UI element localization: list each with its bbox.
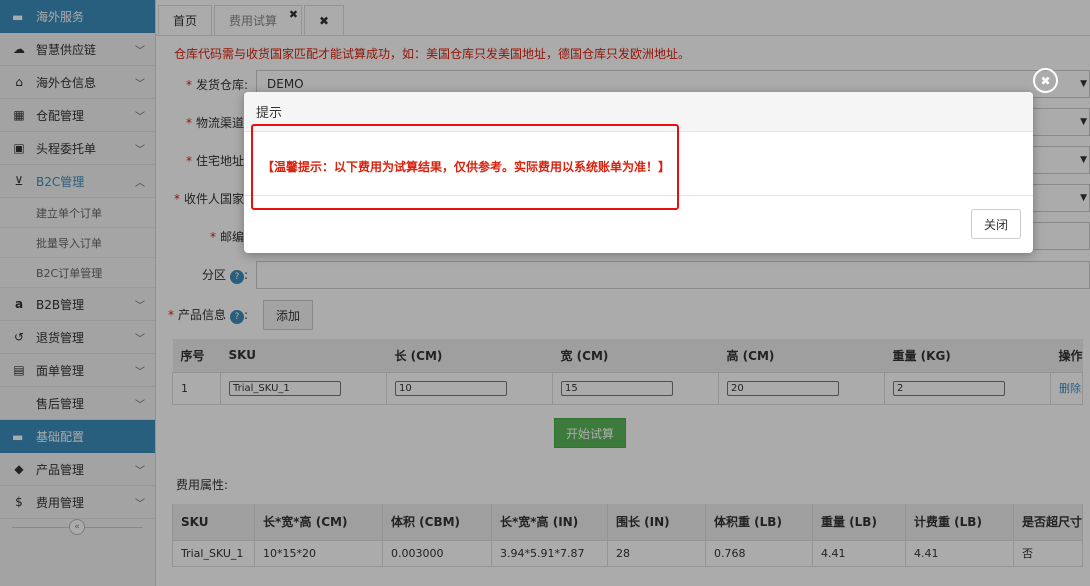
highlight-annotation (251, 124, 679, 210)
close-dialog-button[interactable]: 关闭 (971, 209, 1021, 239)
modal-backdrop[interactable] (0, 0, 1090, 586)
modal-close-icon[interactable]: ✖ (1033, 68, 1058, 93)
